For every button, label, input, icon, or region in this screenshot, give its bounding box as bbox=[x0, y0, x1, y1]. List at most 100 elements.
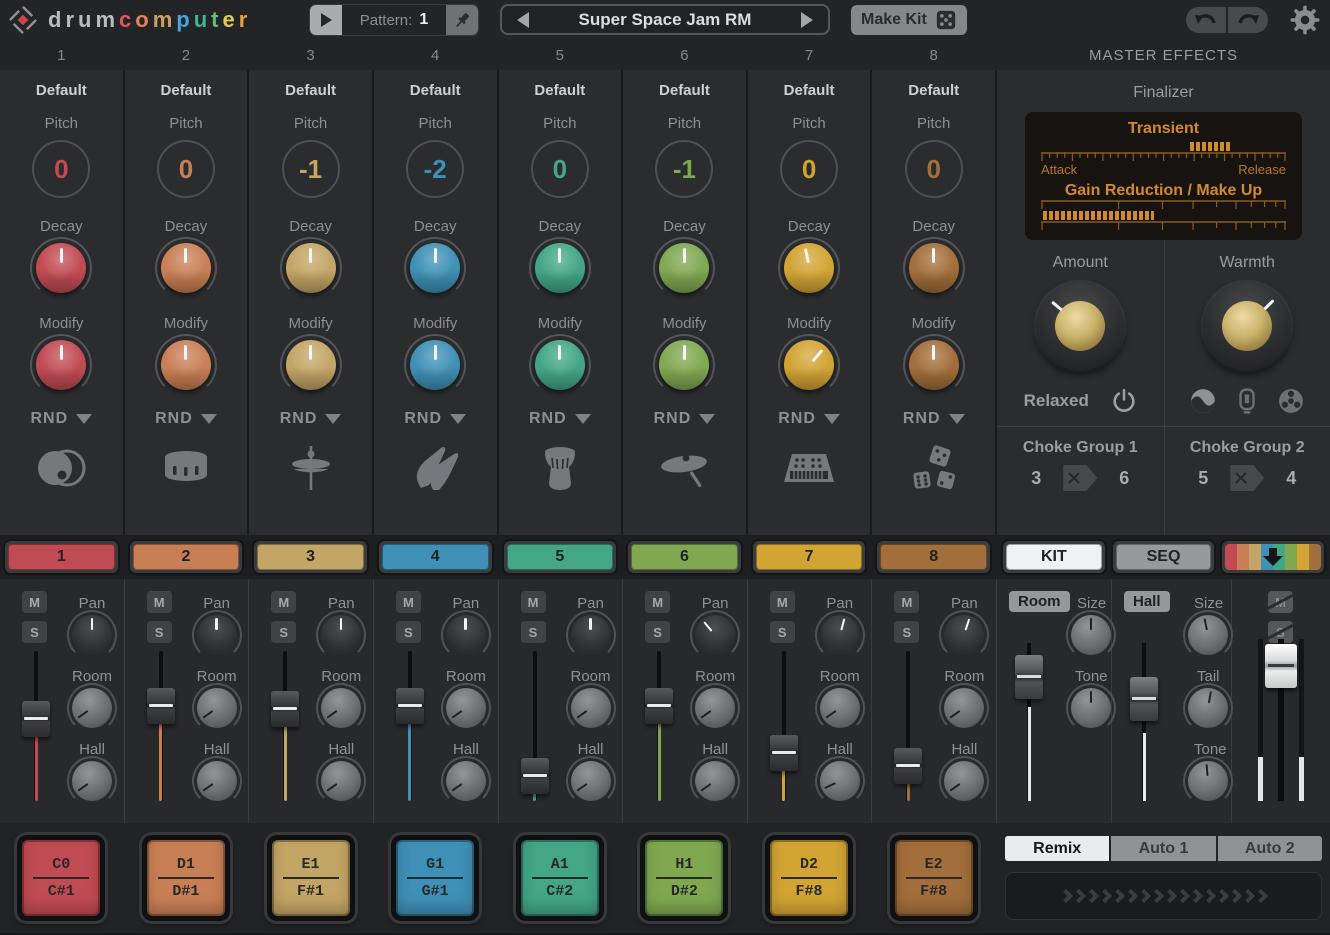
randomize-control[interactable]: RND bbox=[404, 410, 466, 428]
redo-button[interactable] bbox=[1228, 7, 1268, 33]
volume-fader[interactable] bbox=[269, 651, 301, 801]
modify-knob[interactable] bbox=[535, 340, 585, 390]
fader-handle[interactable] bbox=[396, 688, 424, 724]
choke-1-target[interactable]: 6 bbox=[1119, 468, 1129, 489]
chevron-down-icon[interactable] bbox=[699, 414, 715, 424]
solo-button[interactable]: S bbox=[645, 621, 670, 643]
decay-knob[interactable] bbox=[784, 243, 834, 293]
room-send-knob[interactable] bbox=[197, 688, 237, 728]
mute-button[interactable]: M bbox=[271, 591, 296, 613]
modify-knob[interactable] bbox=[659, 340, 709, 390]
fader-handle[interactable] bbox=[22, 701, 50, 737]
decay-knob[interactable] bbox=[286, 243, 336, 293]
solo-button[interactable]: S bbox=[147, 621, 172, 643]
mute-button[interactable]: M bbox=[147, 591, 172, 613]
undo-button[interactable] bbox=[1186, 7, 1226, 33]
channel-tab-7[interactable]: 7 bbox=[753, 541, 866, 573]
modify-knob[interactable] bbox=[784, 340, 834, 390]
pan-knob[interactable] bbox=[820, 615, 860, 655]
decay-knob[interactable] bbox=[659, 243, 709, 293]
make-kit-button[interactable]: Make Kit bbox=[851, 5, 967, 35]
solo-button[interactable]: S bbox=[396, 621, 421, 643]
pitch-control[interactable]: -1 bbox=[282, 140, 340, 198]
preset-selector[interactable]: Default bbox=[908, 82, 959, 99]
pan-knob[interactable] bbox=[944, 615, 984, 655]
decay-knob[interactable] bbox=[909, 243, 959, 293]
randomize-control[interactable]: RND bbox=[903, 410, 965, 428]
pad-2[interactable]: D1D#1 bbox=[142, 835, 230, 921]
modify-knob[interactable] bbox=[410, 340, 460, 390]
choke-1-source[interactable]: 3 bbox=[1031, 468, 1041, 489]
modify-knob[interactable] bbox=[286, 340, 336, 390]
mute-button[interactable]: M bbox=[770, 591, 795, 613]
room-toggle[interactable]: Room bbox=[1009, 591, 1070, 612]
modify-knob[interactable] bbox=[36, 340, 86, 390]
modify-knob[interactable] bbox=[161, 340, 211, 390]
volume-fader[interactable] bbox=[643, 651, 675, 801]
gain-reduction-meter[interactable] bbox=[1041, 211, 1286, 221]
hall-send-knob[interactable] bbox=[944, 761, 984, 801]
fader-handle[interactable] bbox=[147, 688, 175, 724]
fader-handle[interactable] bbox=[1265, 644, 1297, 688]
preset-selector[interactable]: Default bbox=[534, 82, 585, 99]
pan-knob[interactable] bbox=[446, 615, 486, 655]
tab-seq[interactable]: SEQ bbox=[1113, 541, 1215, 573]
preset-prev-button[interactable] bbox=[502, 6, 544, 33]
preset-selector[interactable]: Default bbox=[784, 82, 835, 99]
fader-handle[interactable] bbox=[521, 758, 549, 794]
pitch-control[interactable]: 0 bbox=[157, 140, 215, 198]
pan-knob[interactable] bbox=[695, 615, 735, 655]
pad-5[interactable]: A1C#2 bbox=[516, 835, 604, 921]
remix-strip[interactable] bbox=[1005, 872, 1322, 920]
pattern-number[interactable]: 1 bbox=[419, 11, 428, 29]
pitch-control[interactable]: -2 bbox=[406, 140, 464, 198]
pan-knob[interactable] bbox=[571, 615, 611, 655]
master-fader[interactable] bbox=[1256, 639, 1306, 801]
pitch-control[interactable]: -1 bbox=[655, 140, 713, 198]
tape-reel-icon[interactable] bbox=[1278, 388, 1304, 414]
room-size-knob[interactable] bbox=[1071, 615, 1111, 655]
mute-button[interactable]: M bbox=[521, 591, 546, 613]
decay-knob[interactable] bbox=[535, 243, 585, 293]
preset-selector[interactable]: Default bbox=[410, 82, 461, 99]
fader-handle[interactable] bbox=[894, 748, 922, 784]
choke-clear-icon[interactable] bbox=[1063, 465, 1097, 491]
remix-button[interactable]: Remix bbox=[1005, 836, 1109, 861]
fader-handle[interactable] bbox=[1130, 677, 1158, 721]
master-mute-button[interactable]: M bbox=[1268, 591, 1293, 613]
fader-handle[interactable] bbox=[1015, 655, 1043, 699]
volume-fader[interactable] bbox=[20, 651, 52, 801]
pin-button[interactable] bbox=[446, 5, 478, 35]
saturation-wave-icon[interactable] bbox=[1190, 388, 1216, 414]
pad-3[interactable]: E1F#1 bbox=[267, 835, 355, 921]
randomize-control[interactable]: RND bbox=[30, 410, 92, 428]
settings-button[interactable] bbox=[1288, 3, 1322, 37]
channel-tab-1[interactable]: 1 bbox=[5, 541, 118, 573]
pad-4[interactable]: G1G#1 bbox=[391, 835, 479, 921]
fader-handle[interactable] bbox=[271, 691, 299, 727]
volume-fader[interactable] bbox=[892, 651, 924, 801]
randomize-control[interactable]: RND bbox=[280, 410, 342, 428]
pitch-control[interactable]: 0 bbox=[32, 140, 90, 198]
compressor-mode[interactable]: Relaxed bbox=[1024, 391, 1089, 411]
hall-send-knob[interactable] bbox=[571, 761, 611, 801]
randomize-control[interactable]: RND bbox=[155, 410, 217, 428]
tab-kit[interactable]: KIT bbox=[1003, 541, 1105, 573]
fader-handle[interactable] bbox=[645, 688, 673, 724]
auto-1-button[interactable]: Auto 1 bbox=[1111, 836, 1215, 861]
transient-meter[interactable] bbox=[1041, 142, 1286, 152]
hall-send-knob[interactable] bbox=[197, 761, 237, 801]
modify-knob[interactable] bbox=[909, 340, 959, 390]
room-send-knob[interactable] bbox=[944, 688, 984, 728]
pitch-control[interactable]: 0 bbox=[905, 140, 963, 198]
hall-send-knob[interactable] bbox=[695, 761, 735, 801]
room-level-fader[interactable] bbox=[1013, 643, 1045, 801]
hall-send-knob[interactable] bbox=[446, 761, 486, 801]
chevron-down-icon[interactable] bbox=[201, 414, 217, 424]
chevron-down-icon[interactable] bbox=[575, 414, 591, 424]
channel-tab-2[interactable]: 2 bbox=[130, 541, 243, 573]
pitch-control[interactable]: 0 bbox=[531, 140, 589, 198]
room-send-knob[interactable] bbox=[321, 688, 361, 728]
hall-tail-knob[interactable] bbox=[1188, 688, 1228, 728]
decay-knob[interactable] bbox=[410, 243, 460, 293]
